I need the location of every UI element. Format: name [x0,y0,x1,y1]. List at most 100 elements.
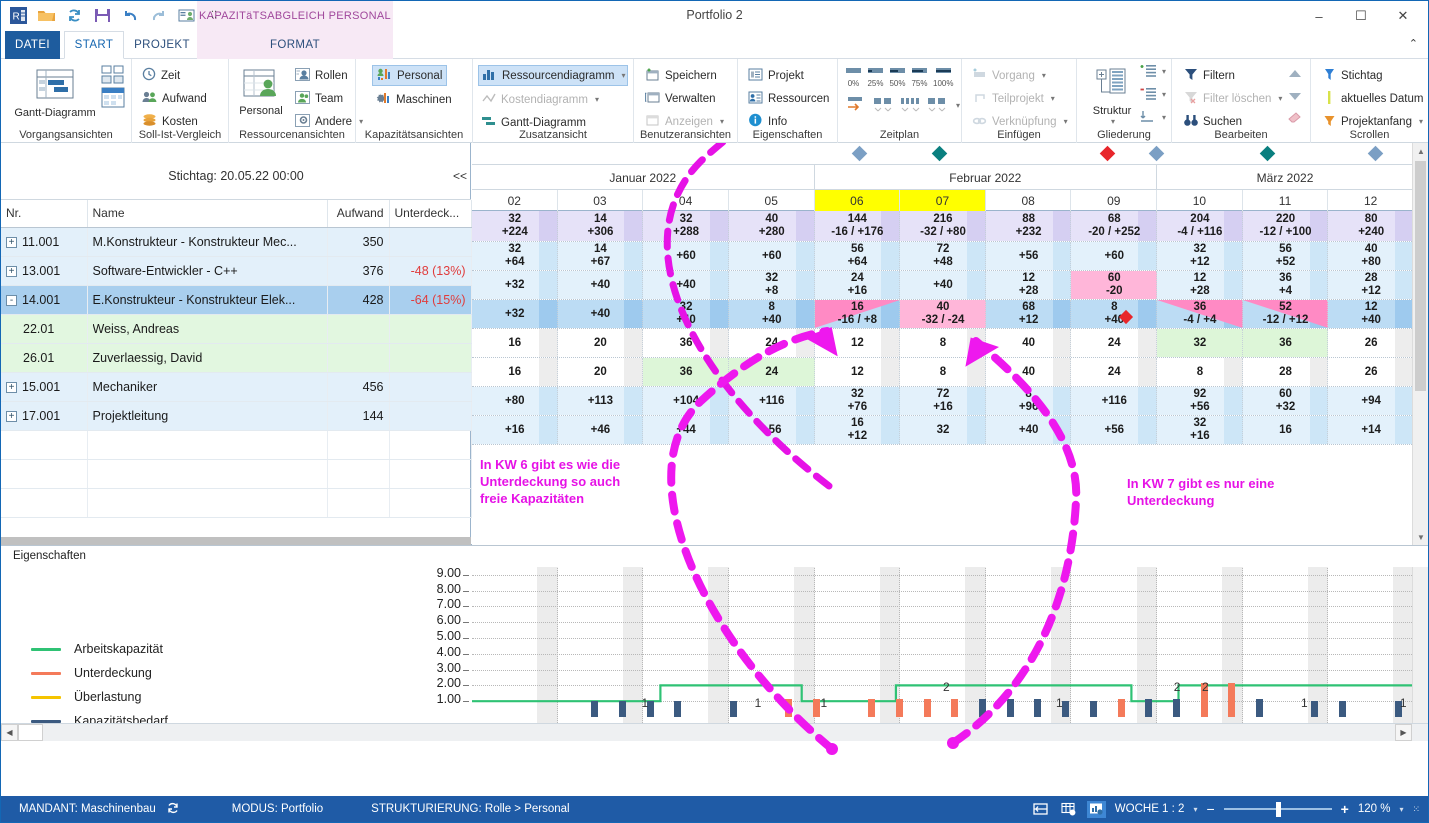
stichtag-button[interactable]: Stichtag [1319,65,1387,86]
gantt-diagramm-button[interactable]: Gantt-Diagramm [9,63,101,119]
rollen-button[interactable]: Rollen [291,65,352,86]
col-nr[interactable]: Nr. [1,200,87,227]
chart-view-icon[interactable] [1087,801,1106,818]
milestone-red-1[interactable] [1100,146,1116,162]
network-view-button[interactable] [101,64,125,88]
capacity-cell[interactable]: 14+306 [558,211,644,241]
capacity-cell[interactable]: +14 [1328,416,1412,444]
capacity-cell[interactable]: 24 [729,329,815,357]
progress-75-button[interactable]: 75% [911,65,928,88]
capacity-cell[interactable]: 32+224 [472,211,558,241]
legend-item-ueberlastung[interactable]: Überlastung [31,685,168,709]
capacity-cell[interactable]: 216-32 / +80 [900,211,986,241]
capacity-cell[interactable]: 68+12 [986,300,1072,328]
zeit-button[interactable]: Zeit [138,65,184,86]
capacity-cell[interactable]: 40+280 [729,211,815,241]
capacity-cell[interactable]: 26 [1328,329,1412,357]
capacity-cell[interactable]: 220-12 / +100 [1243,211,1329,241]
scroll-up-icon[interactable] [1288,67,1302,81]
projekt-button[interactable]: Projekt [744,65,808,86]
capacity-cell[interactable]: +56 [1071,416,1157,444]
capacity-cell[interactable]: 72+16 [900,387,986,415]
week-header-07[interactable]: 07 [900,190,986,211]
capacity-cell[interactable]: 32+40 [643,300,729,328]
table-row[interactable]: +13.001 Software-Entwickler - C++ 376 -4… [1,256,471,285]
capacity-cell[interactable]: 16 [472,358,558,386]
row-expander[interactable]: + [6,237,17,248]
table-row[interactable]: +15.001 Mechaniker 456 [1,372,471,401]
capacity-cell[interactable]: 24 [1071,358,1157,386]
split-icon[interactable] [873,95,893,115]
speichern-button[interactable]: Speichern [641,65,721,86]
left-pane-hscrollbar[interactable] [1,537,471,545]
capacity-cell[interactable]: 40 [986,358,1072,386]
progress-25-button[interactable]: 25% [867,65,884,88]
chevron-down-icon[interactable]: ▾ [1193,805,1197,814]
capacity-cell[interactable]: 32 [900,416,986,444]
capacity-cell[interactable]: 60+32 [1243,387,1329,415]
ressourcen-button[interactable]: Ressourcen [744,88,833,109]
zoom-slider-handle[interactable] [1276,802,1281,817]
week-header-05[interactable]: 05 [729,190,815,211]
ressourcendiagramm-button[interactable]: Ressourcendiagramm ▾ [478,65,628,86]
table-row-empty[interactable] [1,459,471,488]
row-expander[interactable]: - [6,295,17,306]
capacity-cell[interactable]: +116 [1071,387,1157,415]
vscroll-thumb[interactable] [1415,161,1426,391]
capacity-cell[interactable]: 72+48 [900,242,986,270]
capacity-cell[interactable]: +104 [643,387,729,415]
timeline-vscrollbar[interactable]: ▲ ▼ [1412,143,1428,545]
chart-vscrollbar[interactable]: ▲ ▼ [1412,545,1428,735]
outline-plus-button[interactable]: ▾ [1140,64,1166,79]
capacity-cell[interactable]: +40 [986,416,1072,444]
table-row-empty[interactable] [1,488,471,517]
capacity-cell[interactable]: 32+12 [1157,242,1243,270]
aktuelles-datum-button[interactable]: aktuelles Datum [1319,88,1427,109]
chevron-down-icon[interactable]: ▾ [622,71,626,80]
struktur-button[interactable]: Struktur ▾ [1083,63,1141,126]
row-expander[interactable]: + [6,411,17,422]
capacity-cell[interactable]: +40 [643,271,729,299]
capacity-cell[interactable]: 56+52 [1243,242,1329,270]
capacity-cell[interactable]: +40 [558,271,644,299]
level-icon[interactable] [900,95,920,115]
table-row[interactable]: 26.01 Zuverlaessig, David [1,343,471,372]
capacity-cell[interactable]: 24 [729,358,815,386]
capacity-cell[interactable]: +60 [643,242,729,270]
table-row[interactable]: +17.001 Projektleitung 144 [1,401,471,430]
scroll-up-arrow-icon[interactable]: ▲ [1413,143,1429,159]
week-header-08[interactable]: 08 [986,190,1072,211]
capacity-cell[interactable]: 40+80 [1328,242,1412,270]
close-button[interactable]: ✕ [1382,3,1424,29]
eraser-icon[interactable] [1287,111,1304,128]
table-row[interactable]: 22.01 Weiss, Andreas [1,314,471,343]
chevron-down-icon[interactable]: ▾ [1111,117,1115,126]
zoom-slider[interactable] [1224,802,1332,816]
capacity-cell[interactable]: 12+40 [1328,300,1412,328]
capacity-cell[interactable]: 36-4 / +4 [1157,300,1243,328]
capacity-cell[interactable]: +32 [472,271,558,299]
properties-tab[interactable]: Eigenschaften [1,545,1428,567]
capacity-cell[interactable]: 20 [558,358,644,386]
capacity-cell[interactable]: 56+64 [815,242,901,270]
capacity-cell[interactable]: 8+40 [729,300,815,328]
week-header-06[interactable]: 06 [815,190,901,211]
chevron-down-icon[interactable]: ▾ [1399,805,1403,814]
capacity-cell[interactable]: 68-20 / +252 [1071,211,1157,241]
week-header-04[interactable]: 04 [643,190,729,211]
tab-datei[interactable]: DATEI [5,31,60,59]
row-expander[interactable]: + [6,382,17,393]
capacity-cell[interactable]: +56 [729,416,815,444]
legend-item-arbeitskapazitaet[interactable]: Arbeitskapazität [31,637,168,661]
milestone-blue-3[interactable] [1368,146,1384,162]
capacity-cell[interactable]: 32+8 [729,271,815,299]
capacity-cell[interactable]: +44 [643,416,729,444]
capacity-cell[interactable]: 88+232 [986,211,1072,241]
tab-projekt[interactable]: PROJEKT [129,31,195,59]
minimize-button[interactable]: – [1298,3,1340,29]
week-header-09[interactable]: 09 [1071,190,1157,211]
table-row-empty[interactable] [1,430,471,459]
capacity-cell[interactable]: 8+40 [1071,300,1157,328]
week-header-02[interactable]: 02 [472,190,558,211]
progress-100-button[interactable]: 100% [933,65,953,88]
